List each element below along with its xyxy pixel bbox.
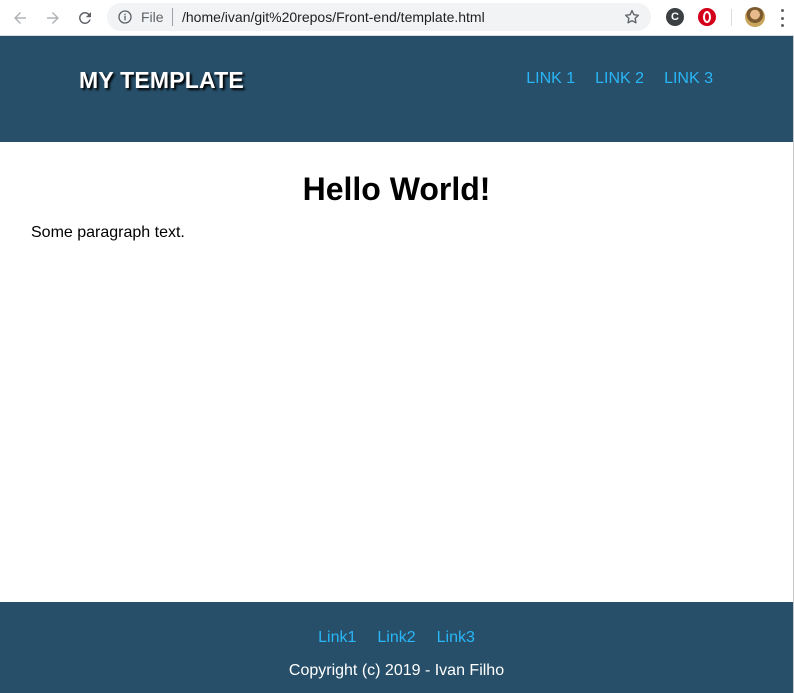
header-link-2[interactable]: LINK 2 bbox=[595, 70, 644, 88]
star-icon[interactable] bbox=[623, 8, 641, 26]
opera-icon[interactable] bbox=[698, 8, 716, 26]
site-footer: Link1 Link2 Link3 Copyright (c) 2019 - I… bbox=[0, 602, 793, 693]
reload-button[interactable] bbox=[73, 6, 97, 30]
footer-link-3[interactable]: Link3 bbox=[437, 629, 475, 647]
main-content: Hello World! Some paragraph text. bbox=[0, 142, 793, 602]
reload-icon bbox=[79, 12, 91, 24]
browser-toolbar: File /home/ivan/git%20repos/Front-end/te… bbox=[0, 0, 794, 36]
page-heading: Hello World! bbox=[302, 171, 491, 207]
info-icon[interactable] bbox=[117, 9, 133, 25]
address-bar[interactable]: File /home/ivan/git%20repos/Front-end/te… bbox=[107, 3, 651, 31]
site-brand: MY TEMPLATE bbox=[79, 67, 244, 93]
footer-link-2[interactable]: Link2 bbox=[377, 629, 415, 647]
toolbar-divider bbox=[731, 9, 732, 26]
web-page: MY TEMPLATE LINK 1 LINK 2 LINK 3 Hello W… bbox=[0, 36, 794, 693]
address-divider bbox=[172, 8, 173, 26]
back-button[interactable] bbox=[8, 6, 32, 30]
copyright-text: Copyright (c) 2019 - Ivan Filho bbox=[288, 662, 505, 679]
site-header: MY TEMPLATE LINK 1 LINK 2 LINK 3 bbox=[0, 36, 793, 142]
menu-icon[interactable] bbox=[779, 9, 785, 27]
extension-icon[interactable]: C bbox=[666, 8, 684, 26]
header-link-1[interactable]: LINK 1 bbox=[526, 70, 575, 88]
back-arrow-icon bbox=[14, 12, 26, 24]
forward-button[interactable] bbox=[41, 6, 65, 30]
header-link-3[interactable]: LINK 3 bbox=[664, 70, 713, 88]
footer-link-1[interactable]: Link1 bbox=[318, 629, 356, 647]
footer-nav: Link1 Link2 Link3 bbox=[0, 629, 793, 647]
avatar[interactable] bbox=[745, 7, 765, 27]
header-nav: LINK 1 LINK 2 LINK 3 bbox=[526, 70, 713, 88]
forward-arrow-icon bbox=[47, 12, 59, 24]
paragraph-text: Some paragraph text. bbox=[31, 224, 185, 241]
url-text[interactable]: /home/ivan/git%20repos/Front-end/templat… bbox=[182, 9, 485, 25]
url-scheme-label: File bbox=[141, 9, 164, 25]
